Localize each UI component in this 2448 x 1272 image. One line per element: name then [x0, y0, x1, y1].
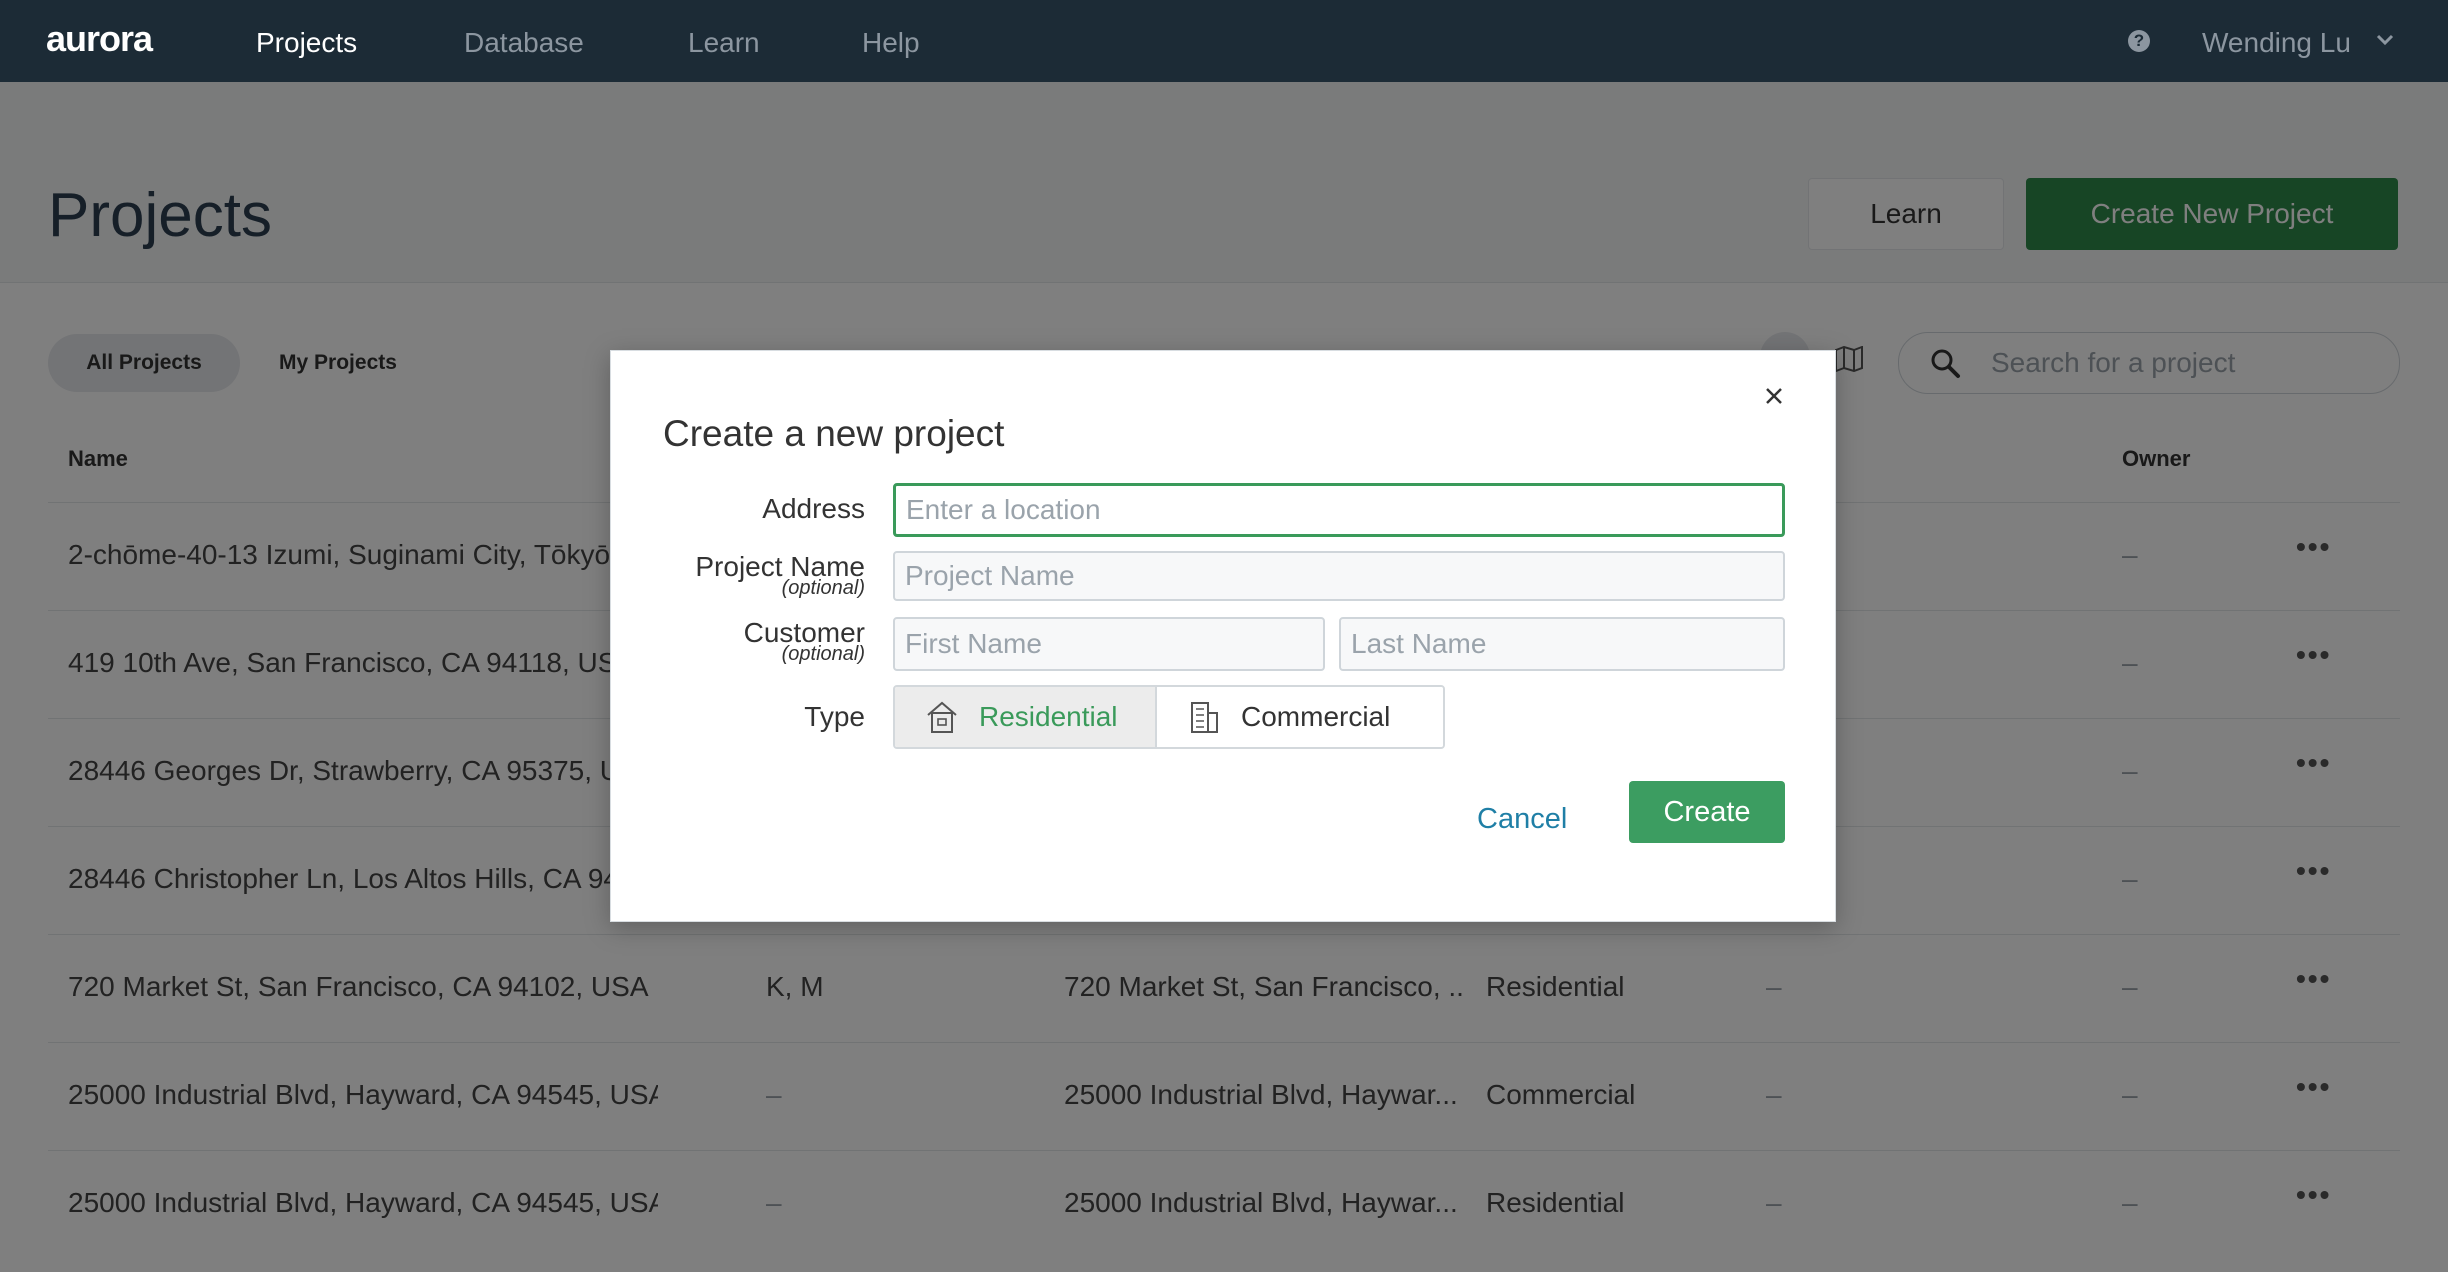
nav-link-learn[interactable]: Learn	[688, 27, 760, 59]
first-name-input[interactable]	[893, 617, 1325, 671]
last-name-input[interactable]	[1339, 617, 1785, 671]
dialog-title: Create a new project	[663, 413, 1005, 454]
type-residential-button[interactable]: Residential	[895, 687, 1157, 747]
building-icon	[1191, 702, 1218, 733]
nav-link-projects[interactable]: Projects	[256, 27, 357, 59]
address-label: Address	[762, 493, 865, 524]
type-commercial-label: Commercial	[1241, 701, 1391, 732]
address-input[interactable]	[893, 483, 1785, 537]
type-label: Type	[804, 701, 865, 732]
nav-link-database[interactable]: Database	[464, 27, 584, 59]
chevron-down-icon[interactable]	[2376, 34, 2394, 46]
cancel-button[interactable]: Cancel	[1477, 803, 1567, 836]
create-button[interactable]: Create	[1629, 781, 1785, 843]
help-circle-icon[interactable]: ?	[2128, 30, 2150, 52]
project-name-optional-label: (optional)	[781, 577, 865, 599]
type-residential-label: Residential	[979, 701, 1118, 732]
user-menu-name[interactable]: Wending Lu	[2202, 27, 2351, 59]
house-icon	[927, 701, 957, 733]
create-project-dialog: Create a new project Address Project Nam…	[610, 350, 1836, 922]
nav-link-help[interactable]: Help	[862, 27, 920, 59]
project-name-input[interactable]	[893, 551, 1785, 601]
customer-optional-label: (optional)	[781, 643, 865, 665]
top-navigation: aurora Projects Database Learn Help ? We…	[0, 0, 2448, 82]
close-icon[interactable]	[1759, 381, 1789, 411]
type-commercial-button[interactable]: Commercial	[1157, 687, 1443, 747]
aurora-logo[interactable]: aurora	[46, 18, 153, 60]
project-type-toggle: Residential Commercial	[893, 685, 1445, 749]
